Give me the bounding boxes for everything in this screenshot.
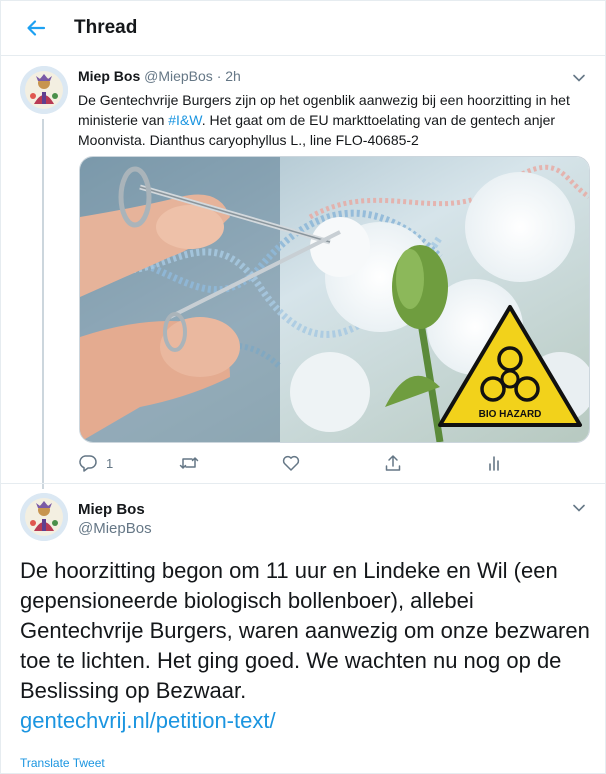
like-icon [281, 453, 301, 473]
hashtag-link[interactable]: #I&W [168, 112, 201, 128]
reply-button[interactable]: 1 [78, 453, 113, 475]
tweet-text: De Gentechvrije Burgers zijn op het ogen… [78, 90, 588, 150]
back-arrow-icon[interactable] [23, 15, 49, 41]
author-handle[interactable]: @MiepBos [78, 520, 152, 537]
share-icon [383, 453, 403, 473]
retweet-icon [178, 453, 200, 473]
author-name[interactable]: Miep Bos [78, 68, 140, 84]
tweet-text: De hoorzitting begon om 11 uur en Lindek… [20, 556, 596, 736]
divider [1, 483, 605, 484]
analytics-icon [484, 453, 504, 473]
tweet-link[interactable]: gentechvrij.nl/petition-text/ [20, 706, 596, 736]
page-title: Thread [74, 17, 138, 38]
translate-tweet-link[interactable]: Translate Tweet [20, 756, 105, 770]
share-button[interactable] [383, 453, 403, 475]
analytics-button[interactable] [484, 453, 504, 475]
avatar[interactable] [20, 66, 68, 114]
tweet-header: Miep Bos @MiepBos · 2h [78, 68, 241, 84]
chevron-down-icon[interactable] [572, 70, 586, 82]
reply-icon [78, 453, 98, 473]
biohazard-label: BIO HAZARD [479, 409, 542, 420]
thread-page: Thread Miep Bos @MiepBos · 2h De Gentech… [0, 0, 606, 774]
avatar[interactable] [20, 493, 68, 541]
author-handle[interactable]: @MiepBos [144, 68, 213, 84]
tweet-body: De hoorzitting begon om 11 uur en Lindek… [20, 558, 590, 703]
tweet-actions: 1 [78, 453, 588, 475]
reply-count: 1 [106, 456, 114, 471]
author-name[interactable]: Miep Bos [78, 501, 145, 518]
thread-header: Thread [1, 1, 605, 56]
tweet-timestamp[interactable]: · 2h [217, 68, 241, 84]
retweet-button[interactable] [178, 453, 200, 475]
tweet-image[interactable]: BIO HAZARD [79, 156, 590, 443]
chevron-down-icon[interactable] [572, 500, 586, 512]
thread-line [42, 119, 44, 489]
like-button[interactable] [281, 453, 301, 475]
